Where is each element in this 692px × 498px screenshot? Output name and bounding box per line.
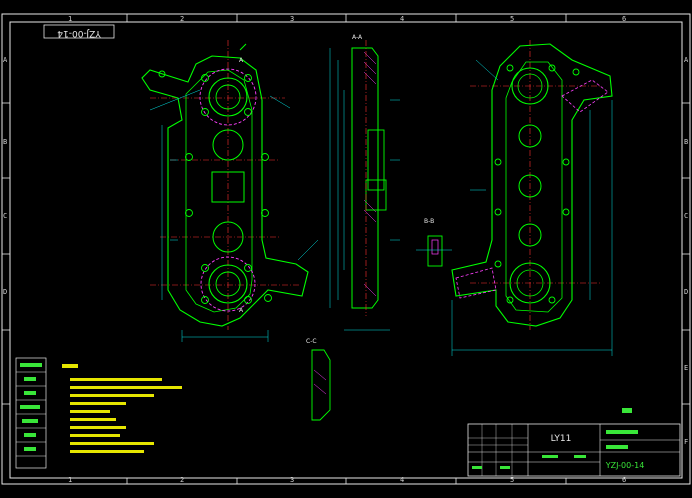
zone-label: D bbox=[3, 288, 7, 296]
zone-label: D bbox=[684, 288, 688, 296]
cut-mark-bottom: A bbox=[239, 307, 244, 314]
center-lines-rear bbox=[470, 40, 600, 330]
zone-label: E bbox=[684, 364, 688, 372]
zone-label: C bbox=[3, 212, 7, 220]
zone-label: 5 bbox=[510, 476, 514, 484]
inner-frame bbox=[9, 21, 683, 479]
zone-label: B bbox=[684, 138, 688, 146]
zone-label: A bbox=[3, 56, 8, 64]
zone-label: F bbox=[684, 438, 688, 446]
zone-label: 2 bbox=[180, 15, 184, 23]
drawing-number-text: YZJ-00-14 bbox=[57, 28, 102, 38]
zone-label: 6 bbox=[622, 476, 626, 484]
zone-label: 4 bbox=[400, 15, 404, 23]
zone-label: 6 bbox=[622, 15, 626, 23]
section-c-label: C-C bbox=[306, 338, 317, 345]
drawing-number-box: YZJ-00-14 bbox=[43, 24, 115, 39]
front-view: A A bbox=[141, 40, 319, 342]
material-label: LY11 bbox=[551, 434, 572, 444]
part-number-label: YZJ-00-14 bbox=[605, 461, 645, 470]
zone-label: 4 bbox=[400, 476, 404, 484]
zone-label: 2 bbox=[180, 476, 184, 484]
zone-label: 1 bbox=[68, 476, 72, 484]
section-b-view: B-B bbox=[416, 218, 452, 267]
technical-notes bbox=[62, 364, 182, 453]
section-b-label: B-B bbox=[424, 218, 434, 225]
zone-label: C bbox=[684, 212, 688, 220]
zone-label: 3 bbox=[290, 15, 294, 23]
bolt-holes-rear bbox=[494, 64, 580, 304]
revision-strip bbox=[15, 357, 47, 469]
zone-labels-top: 1 2 3 4 5 6 1 2 3 4 5 6 A B C D E F A B … bbox=[3, 15, 689, 484]
center-lines bbox=[150, 40, 300, 330]
section-a-view: A-A bbox=[329, 34, 400, 331]
zone-label: A bbox=[684, 56, 689, 64]
zone-label: 1 bbox=[68, 15, 72, 23]
dimension-lines bbox=[149, 89, 319, 342]
cut-mark-top: A bbox=[239, 43, 247, 64]
title-block: LY11 YZJ-00-14 bbox=[467, 408, 681, 477]
dimension-lines-a bbox=[329, 48, 400, 331]
zone-label: 3 bbox=[290, 476, 294, 484]
cut-mark-label: A bbox=[239, 307, 244, 314]
rear-view bbox=[451, 40, 613, 356]
zone-label: B bbox=[3, 138, 7, 146]
section-c-view: C-C bbox=[306, 338, 331, 421]
cad-drawing-sheet: 1 2 3 4 5 6 1 2 3 4 5 6 A B C D E F A B … bbox=[1, 13, 691, 485]
section-a-label: A-A bbox=[352, 34, 363, 41]
part-outline bbox=[141, 55, 309, 327]
zone-ruler-top bbox=[2, 14, 690, 484]
bolt-holes bbox=[158, 70, 272, 304]
zone-label: 5 bbox=[510, 15, 514, 23]
outer-frame bbox=[1, 13, 691, 485]
